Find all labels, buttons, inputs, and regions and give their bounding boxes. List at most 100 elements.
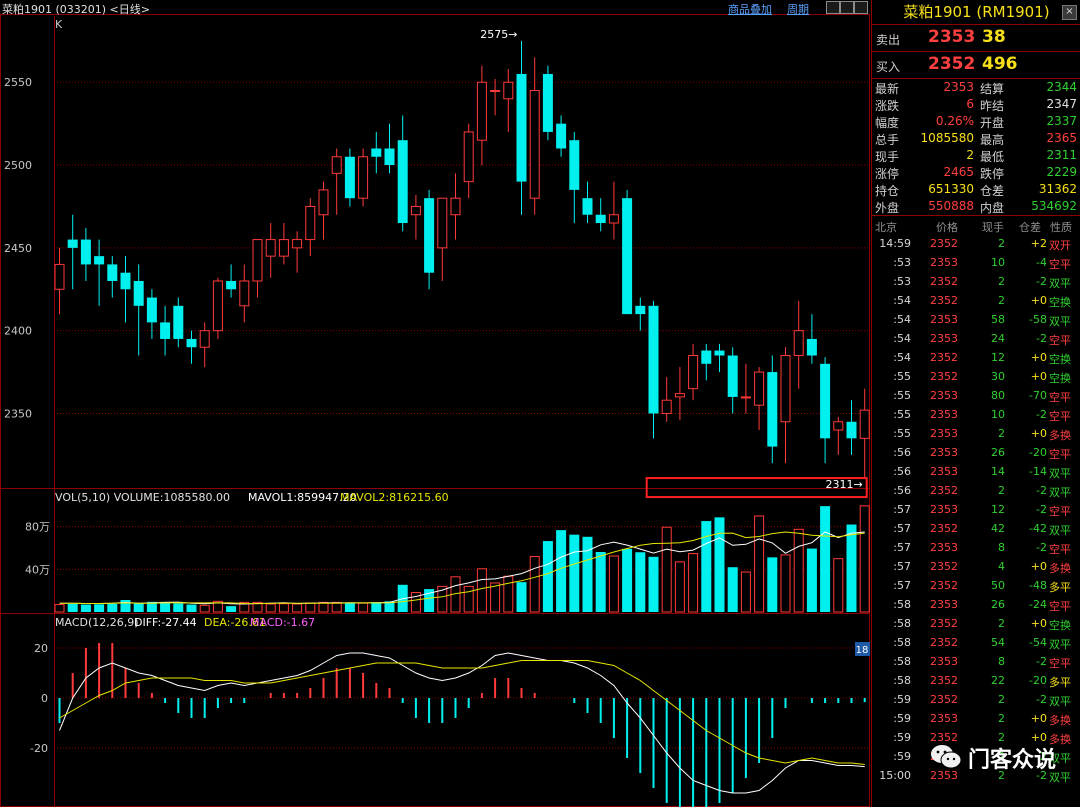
watermark-text: 门客众说 bbox=[968, 748, 1057, 773]
candle-body-up bbox=[503, 81, 514, 100]
candle-body-up bbox=[252, 239, 263, 282]
quote-value: 2344 bbox=[1046, 80, 1077, 94]
restore-icon[interactable] bbox=[826, 1, 840, 14]
tick-row[interactable]: :58 2352 22 -20 多平 bbox=[872, 671, 1080, 690]
candle-body-up bbox=[331, 156, 342, 174]
volume-bar-down bbox=[582, 536, 593, 612]
tick-nature: 空平 bbox=[1049, 334, 1071, 347]
tick-nature: 多平 bbox=[1049, 581, 1071, 594]
volume-bar-down bbox=[635, 552, 646, 612]
candle-body-down bbox=[622, 198, 633, 315]
candle-body-down bbox=[160, 322, 171, 339]
tick-row[interactable]: :59 2353 2 +0 多换 bbox=[872, 709, 1080, 728]
quote-label: 内盘 bbox=[980, 201, 1005, 215]
tick-time: :56 bbox=[893, 484, 911, 497]
tick-row[interactable]: :58 2352 2 +0 空换 bbox=[872, 614, 1080, 633]
tick-time: :59 bbox=[893, 693, 911, 706]
quote-value: 2347 bbox=[1046, 97, 1077, 111]
tick-row[interactable]: :57 2353 8 -2 空平 bbox=[872, 538, 1080, 557]
tick-volume: 10 bbox=[991, 408, 1005, 421]
tick-time: :57 bbox=[893, 560, 911, 573]
close-icon[interactable]: × bbox=[1062, 5, 1077, 20]
candle-body-down bbox=[397, 140, 408, 224]
tick-row[interactable]: 14:59 2352 2 +2 双开 bbox=[872, 234, 1080, 253]
tick-time: :57 bbox=[893, 541, 911, 554]
tick-row[interactable]: :55 2353 2 +0 多换 bbox=[872, 424, 1080, 443]
tick-row[interactable]: :54 2352 2 +0 空换 bbox=[872, 291, 1080, 310]
tick-oi-change: +0 bbox=[1030, 617, 1047, 630]
tick-row[interactable]: :58 2353 26 -24 空平 bbox=[872, 595, 1080, 614]
tick-oi-change: -14 bbox=[1029, 465, 1047, 478]
kline-chart-svg[interactable]: 2550 2500 2450 2400 2350 K 2575→ 2311→ 80万 40万 VOL… bbox=[0, 0, 870, 807]
tick-price: 2352 bbox=[930, 560, 958, 573]
quote-stats: 最新 2353 结算 2344 涨跌 6 昨结 2347 幅度 0.26% 开盘 2337 总手 1085… bbox=[872, 79, 1080, 215]
tick-row[interactable]: :59 2352 2 -2 双平 bbox=[872, 690, 1080, 709]
sell-label: 卖出 bbox=[876, 33, 901, 47]
volume-bar-down bbox=[173, 603, 184, 612]
quote-value: 550888 bbox=[928, 199, 974, 213]
macd-diff-label: DIFF:-27.44 bbox=[134, 616, 197, 629]
tick-volume: 8 bbox=[998, 655, 1005, 668]
tick-row[interactable]: :54 2353 24 -2 空平 bbox=[872, 329, 1080, 348]
volume-bar-down bbox=[806, 548, 817, 612]
tick-price: 2352 bbox=[930, 674, 958, 687]
tick-row[interactable]: :57 2352 42 -42 双平 bbox=[872, 519, 1080, 538]
tick-price: 2353 bbox=[930, 332, 958, 345]
volume-bar-down bbox=[94, 604, 105, 612]
volume-bar-up bbox=[833, 558, 844, 613]
tick-price: 2352 bbox=[930, 636, 958, 649]
dea-line bbox=[59, 660, 865, 765]
candle-body-up bbox=[740, 396, 751, 399]
tick-row[interactable]: :57 2352 50 -48 多平 bbox=[872, 576, 1080, 595]
tick-nature: 双平 bbox=[1049, 315, 1071, 328]
volume-tick-label: 40万 bbox=[25, 563, 50, 576]
tick-row[interactable]: :57 2352 4 +0 多换 bbox=[872, 557, 1080, 576]
volume-bar-up bbox=[199, 604, 210, 613]
volume-bar-down bbox=[542, 541, 553, 612]
tick-row[interactable]: :56 2353 14 -14 双平 bbox=[872, 462, 1080, 481]
candle-body-down bbox=[516, 73, 527, 182]
tick-volume: 2 bbox=[998, 617, 1005, 630]
tick-row[interactable]: :54 2353 58 -58 双平 bbox=[872, 310, 1080, 329]
tick-row[interactable]: :55 2352 30 +0 空换 bbox=[872, 367, 1080, 386]
tick-row[interactable]: :55 2353 10 -2 空平 bbox=[872, 405, 1080, 424]
tick-row[interactable]: :56 2353 26 -20 空平 bbox=[872, 443, 1080, 462]
quote-label: 仓差 bbox=[980, 184, 1005, 198]
low-price-marker: 2311→ bbox=[825, 478, 862, 491]
tick-volume: 58 bbox=[991, 313, 1005, 326]
contract-name: 菜粕1901 (RM1901) bbox=[903, 3, 1050, 21]
tick-oi-change: -2 bbox=[1036, 541, 1047, 554]
kline-chart-area[interactable]: 2550 2500 2450 2400 2350 K 2575→ 2311→ 80万 40万 VOL… bbox=[0, 0, 870, 807]
tick-row[interactable]: :53 2353 10 -4 空平 bbox=[872, 253, 1080, 272]
tick-row[interactable]: :58 2352 54 -54 双平 bbox=[872, 633, 1080, 652]
candle-body-down bbox=[424, 198, 435, 273]
tick-oi-change: -2 bbox=[1036, 408, 1047, 421]
tick-oi-change: -2 bbox=[1036, 693, 1047, 706]
tick-row[interactable]: :57 2353 12 -2 空平 bbox=[872, 500, 1080, 519]
overlay-commodity-link[interactable]: 商品叠加 bbox=[728, 1, 772, 17]
tick-row[interactable]: :54 2352 12 +0 空换 bbox=[872, 348, 1080, 367]
tick-oi-change: +0 bbox=[1030, 427, 1047, 440]
tick-row[interactable]: :58 2353 8 -2 空平 bbox=[872, 652, 1080, 671]
sell-row: 卖出 2353 38 bbox=[872, 24, 1080, 51]
quote-value: 651330 bbox=[928, 182, 974, 196]
mavol2-label: MAVOL2:816215.60 bbox=[340, 491, 449, 504]
tick-volume: 22 bbox=[991, 674, 1005, 687]
tick-nature: 空平 bbox=[1049, 600, 1071, 613]
quote-label: 外盘 bbox=[875, 201, 900, 215]
period-link[interactable]: 周期 bbox=[787, 1, 809, 17]
tick-volume: 10 bbox=[991, 256, 1005, 269]
tick-volume: 2 bbox=[998, 427, 1005, 440]
layout-icon[interactable] bbox=[854, 1, 868, 14]
tick-row[interactable]: :53 2352 2 -2 双平 bbox=[872, 272, 1080, 291]
tick-price: 2353 bbox=[930, 503, 958, 516]
candle-body-down bbox=[146, 297, 157, 323]
maximize-icon[interactable] bbox=[840, 1, 854, 14]
candle-body-down bbox=[556, 123, 567, 149]
tick-row[interactable]: :56 2352 2 -2 双平 bbox=[872, 481, 1080, 500]
buy-volume: 496 bbox=[982, 54, 1018, 74]
tick-price: 2353 bbox=[930, 465, 958, 478]
tick-price: 2352 bbox=[930, 693, 958, 706]
tick-row[interactable]: :55 2353 80 -70 空平 bbox=[872, 386, 1080, 405]
tick-list[interactable]: 14:59 2352 2 +2 双开:53 2353 10 -4 空平:53 2352 2 -2 双平:… bbox=[872, 234, 1080, 785]
